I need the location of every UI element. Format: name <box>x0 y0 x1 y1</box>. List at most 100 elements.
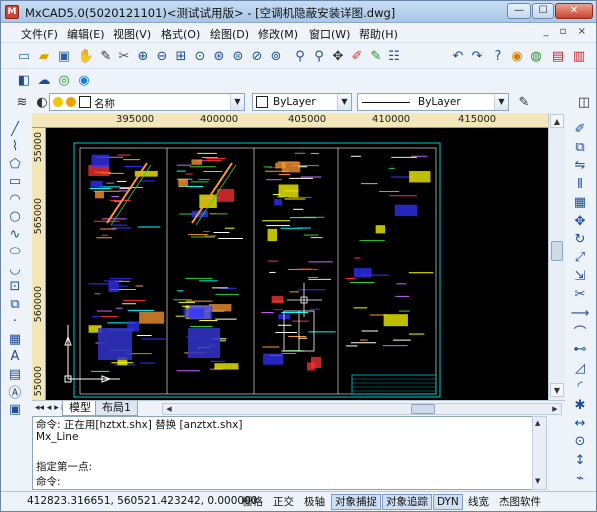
layers-icon[interactable]: ≋ <box>13 93 31 111</box>
copy-icon[interactable]: ⧉ <box>569 137 591 157</box>
close-button[interactable]: ✕ <box>555 3 593 19</box>
cloud-icon[interactable]: ☁ <box>35 71 53 89</box>
scroll-down-icon[interactable]: ▼ <box>550 383 564 397</box>
scroll-thumb[interactable] <box>411 404 435 414</box>
menu-format[interactable]: 格式(O) <box>161 26 200 42</box>
erase-icon[interactable]: ✐ <box>569 119 591 139</box>
tape-icon[interactable]: ⌁ <box>569 469 591 489</box>
fillet-icon[interactable]: ◜ <box>569 377 591 397</box>
osnap-toggle[interactable]: 对象捕捉 <box>331 494 381 510</box>
zoom-in-icon[interactable]: ⊕ <box>134 47 152 65</box>
ortho-toggle[interactable]: 正交 <box>269 494 298 510</box>
zoom-prev-icon[interactable]: ⊛ <box>210 47 228 65</box>
menu-file[interactable]: 文件(F) <box>21 26 58 42</box>
jietu-software-button[interactable]: 杰图软件 <box>495 494 545 510</box>
chevron-down-icon[interactable]: ▼ <box>337 94 351 110</box>
tab-layout1[interactable]: 布局1 <box>95 401 138 416</box>
3d-view-icon[interactable]: ◧ <box>15 71 33 89</box>
move-icon[interactable]: ✥ <box>329 47 347 65</box>
menu-edit[interactable]: 编辑(E) <box>67 26 105 42</box>
polar-toggle[interactable]: 极轴 <box>300 494 329 510</box>
scroll-left-icon[interactable]: ◀ <box>163 404 175 414</box>
menu-view[interactable]: 视图(V) <box>113 26 151 42</box>
maximize-button[interactable]: ☐ <box>532 3 554 19</box>
vertical-scrollbar[interactable]: ▲ ▼ <box>548 113 565 400</box>
pattern-icon[interactable]: ☷ <box>385 47 403 65</box>
scroll-down-icon[interactable]: ▼ <box>535 477 540 485</box>
join-icon[interactable]: ⊷ <box>569 340 591 360</box>
scroll-up-icon[interactable]: ▲ <box>550 114 564 128</box>
measure-icon[interactable]: ↔ <box>569 413 591 433</box>
stretch-icon[interactable]: ⇲ <box>569 266 591 286</box>
extend-icon[interactable]: ⟶ <box>569 303 591 323</box>
menu-help[interactable]: 帮助(H) <box>359 26 398 42</box>
rotate-icon[interactable]: ↻ <box>569 229 591 249</box>
horizontal-scrollbar[interactable]: ◀ ▶ <box>162 403 562 415</box>
detail-block <box>281 161 301 173</box>
save-icon[interactable]: ▣ <box>55 47 73 65</box>
pan-icon[interactable]: ✋ <box>77 47 95 65</box>
pencil-icon[interactable]: ✎ <box>97 47 115 65</box>
trim-icon[interactable]: ✂ <box>569 285 591 305</box>
scroll-up-icon[interactable]: ▲ <box>535 419 540 427</box>
help-icon[interactable]: ? <box>489 47 507 65</box>
open-icon[interactable]: ▰ <box>35 47 53 65</box>
brush-icon[interactable]: ✐ <box>348 47 366 65</box>
globe-icon[interactable]: ◍ <box>527 47 545 65</box>
drawing-canvas[interactable] <box>32 113 548 400</box>
chat-icon[interactable]: ◎ <box>55 71 73 89</box>
chrome-icon[interactable]: ◉ <box>75 71 93 89</box>
command-prompt[interactable]: 命令: <box>36 474 61 489</box>
explode-icon[interactable]: ✱ <box>569 395 591 415</box>
array-icon[interactable]: ▦ <box>569 193 591 213</box>
otrack-toggle[interactable]: 对象追踪 <box>382 494 432 510</box>
extra-toolbar: ◧ ☁ ◎ ◉ <box>1 69 201 91</box>
cut-icon[interactable]: ✂ <box>115 47 133 65</box>
mxcad-app-icon[interactable]: M <box>5 5 19 19</box>
linetype-select[interactable]: ByLayer ▼ <box>357 93 509 111</box>
minimize-button[interactable]: — <box>507 3 531 19</box>
zoom-extents-icon[interactable]: ⊜ <box>229 47 247 65</box>
zoom-realtime-icon[interactable]: ⊘ <box>248 47 266 65</box>
export-pdf-icon[interactable]: ▥ <box>570 47 588 65</box>
color-icon[interactable]: ◉ <box>508 47 526 65</box>
tab-model[interactable]: 模型 <box>62 401 98 416</box>
command-scrollbar[interactable]: ▲ ▼ <box>532 416 547 490</box>
redo-icon[interactable]: ↷ <box>468 47 486 65</box>
command-window[interactable]: 命令: 正在用[hztxt.shx] 替换 [anztxt.shx] Mx_Li… <box>32 416 547 490</box>
layer-select[interactable]: 名称 ▼ <box>49 93 245 111</box>
menu-modify[interactable]: 修改(M) <box>258 26 298 42</box>
color-select[interactable]: ByLayer ▼ <box>252 93 352 111</box>
chevron-down-icon[interactable]: ▼ <box>230 94 244 110</box>
menu-draw[interactable]: 绘图(D) <box>210 26 249 42</box>
scroll-thumb[interactable] <box>551 241 563 261</box>
scale-icon[interactable]: ⤢ <box>569 248 591 268</box>
menu-window[interactable]: 窗口(W) <box>309 26 350 42</box>
new-icon[interactable]: ▭ <box>15 47 33 65</box>
pdf-icon[interactable]: ▤ <box>549 47 567 65</box>
zoom-all-icon[interactable]: ⊙ <box>191 47 209 65</box>
eraser-icon[interactable]: ✎ <box>367 47 385 65</box>
chevron-down-icon[interactable]: ▼ <box>494 94 508 110</box>
region-tool-icon[interactable]: ▣ <box>4 399 26 419</box>
circle-measure-icon[interactable]: ⊙ <box>569 432 591 452</box>
dimension-icon[interactable]: ↕ <box>569 450 591 470</box>
chamfer-icon[interactable]: ◿ <box>569 358 591 378</box>
lineweight-toggle[interactable]: 线宽 <box>464 494 493 510</box>
find-icon[interactable]: ⚲ <box>291 47 309 65</box>
dyn-toggle[interactable]: DYN <box>433 494 463 510</box>
offset-icon[interactable]: ⫴ <box>569 174 591 194</box>
scroll-right-icon[interactable]: ▶ <box>549 404 561 414</box>
properties-icon[interactable]: ◫ <box>575 93 593 111</box>
mirror-icon[interactable]: ⇋ <box>569 156 591 176</box>
grid-toggle[interactable]: 栅格 <box>238 494 267 510</box>
zoom-window-icon[interactable]: ⊞ <box>172 47 190 65</box>
zoom-out-icon[interactable]: ⊖ <box>153 47 171 65</box>
zoom-scale-icon[interactable]: ⊚ <box>267 47 285 65</box>
lineweight-icon[interactable]: ✎ <box>515 93 533 111</box>
break-icon[interactable]: ⌒ <box>569 321 591 341</box>
zoom-search-icon[interactable]: ⚲ <box>310 47 328 65</box>
move-tool-icon[interactable]: ✥ <box>569 211 591 231</box>
undo-icon[interactable]: ↶ <box>449 47 467 65</box>
document-window-controls[interactable]: _ ▫ × <box>543 26 590 37</box>
